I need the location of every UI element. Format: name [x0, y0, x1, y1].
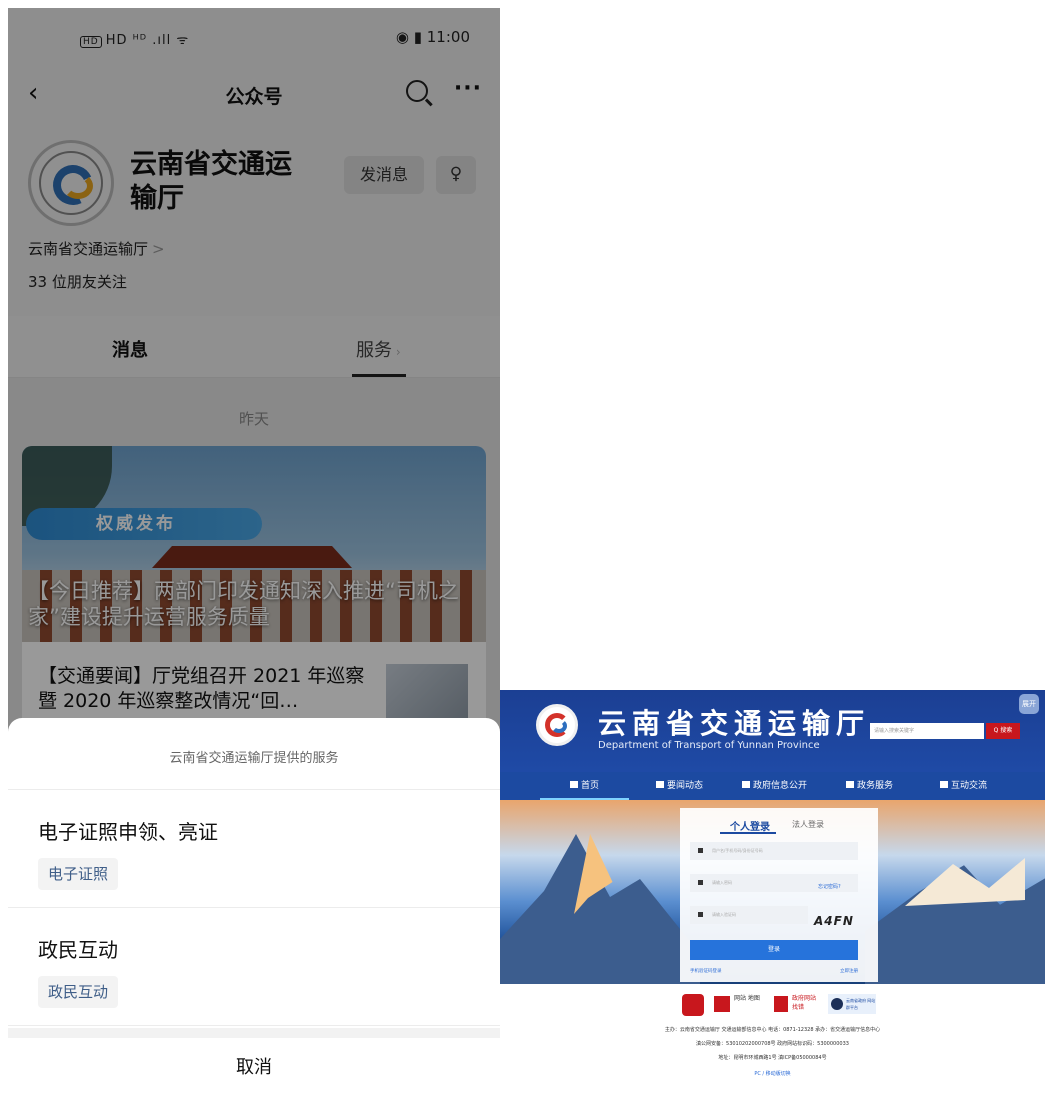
login-panel: 个人登录 法人登录 用户名/手机号码/身份证号码 请输入密码 忘记密码? 请输入…: [680, 808, 878, 982]
service-name: 政民互动: [38, 938, 118, 962]
login-button[interactable]: 登录: [690, 940, 858, 960]
nav-label: 首页: [581, 781, 600, 791]
nav-home[interactable]: 首页: [539, 772, 630, 800]
site-logo[interactable]: [536, 704, 578, 746]
service-item-interaction[interactable]: 政民互动 政民互动: [8, 908, 500, 1026]
footer-version-switch[interactable]: PC / 移动版切换: [500, 1070, 1045, 1077]
tab-legal-login[interactable]: 法人登录: [792, 819, 824, 830]
tab-personal-login[interactable]: 个人登录: [730, 818, 770, 833]
party-emblem-icon[interactable]: [682, 994, 704, 1016]
error-report-badge[interactable]: 政府网站 找错: [772, 994, 822, 1016]
sms-login-link[interactable]: 手机验证码登录: [690, 968, 722, 974]
nav-gov-services[interactable]: 政务服务: [846, 772, 893, 800]
services-action-sheet: 云南省交通运输厅提供的服务 电子证照申领、亮证 电子证照 政民互动 政民互动 取…: [8, 718, 500, 1095]
captcha-image[interactable]: A4FN: [814, 914, 854, 928]
news-icon: [656, 781, 664, 788]
nav-label: 政务服务: [857, 781, 894, 791]
nav-label: 政府信息公开: [753, 781, 808, 791]
sheet-divider: [8, 1028, 500, 1038]
nav-news[interactable]: 要闻动态: [656, 772, 703, 800]
site-header: 云南省交通运输厅 Department of Transport of Yunn…: [500, 690, 1045, 772]
logo-blue-arc: [551, 719, 567, 733]
services-icon: [846, 781, 854, 788]
nav-label: 互动交流: [951, 781, 988, 791]
service-tag[interactable]: 政民互动: [38, 976, 119, 1008]
site-title: 云南省交通运输厅: [598, 707, 871, 740]
home-icon: [570, 781, 578, 788]
site-main-nav: 首页 要闻动态 政府信息公开 政务服务 互动交流: [500, 772, 1045, 800]
document-icon: [742, 781, 750, 788]
login-tab-underline: [720, 832, 776, 834]
username-field[interactable]: 用户名/手机号码/身份证号码: [690, 842, 858, 860]
yunnan-platform-badge[interactable]: 云南省政府 网站群平台: [828, 994, 876, 1014]
sheet-header: 云南省交通运输厅提供的服务: [8, 718, 500, 790]
site-subtitle: Department of Transport of Yunnan Provin…: [598, 740, 820, 751]
captcha-field[interactable]: 请输入验证码: [690, 906, 808, 924]
wechat-phone-screen: HD HD ᴴᴰ .ıll ᯤ ◉ ▮ 11:00 ‹ 公众号 ··· 云南省交通…: [8, 8, 500, 1095]
cancel-button[interactable]: 取消: [8, 1038, 500, 1095]
site-search-input[interactable]: 请输入搜索关键字: [870, 723, 984, 739]
expand-button[interactable]: 展开: [1019, 694, 1039, 714]
register-link[interactable]: 立即注册: [840, 968, 858, 974]
service-name: 电子证照申领、亮证: [38, 820, 218, 844]
footer-address: 地址：昆明市环城西路1号 滇ICP备05000084号: [718, 1055, 827, 1061]
service-item-e-license[interactable]: 电子证照申领、亮证 电子证照: [8, 790, 500, 908]
footer-sponsor: 主办：云南省交通运输厅 交通运输部信息中心 电话：0871-12328 承办：省…: [664, 1027, 881, 1033]
nav-label: 要闻动态: [667, 781, 704, 791]
footer-registration: 滇公网安备：53010202000708号 政府网站标识码：5300000033: [696, 1041, 849, 1047]
chat-icon: [940, 781, 948, 788]
service-tag[interactable]: 电子证照: [38, 858, 119, 890]
site-footer: 网站 地图 政府网站 找错 云南省政府 网站群平台 主办：云南省交通运输厅 交通…: [500, 984, 1045, 1095]
sitemap-badge[interactable]: 网站 地图: [712, 994, 762, 1016]
forgot-password-link[interactable]: 忘记密码?: [818, 883, 841, 890]
nav-interaction[interactable]: 互动交流: [940, 772, 987, 800]
site-search-button[interactable]: Q 搜索: [986, 723, 1020, 739]
website-screenshot: 云南省交通运输厅 Department of Transport of Yunn…: [500, 690, 1045, 1095]
nav-gov-info[interactable]: 政府信息公开: [742, 772, 807, 800]
